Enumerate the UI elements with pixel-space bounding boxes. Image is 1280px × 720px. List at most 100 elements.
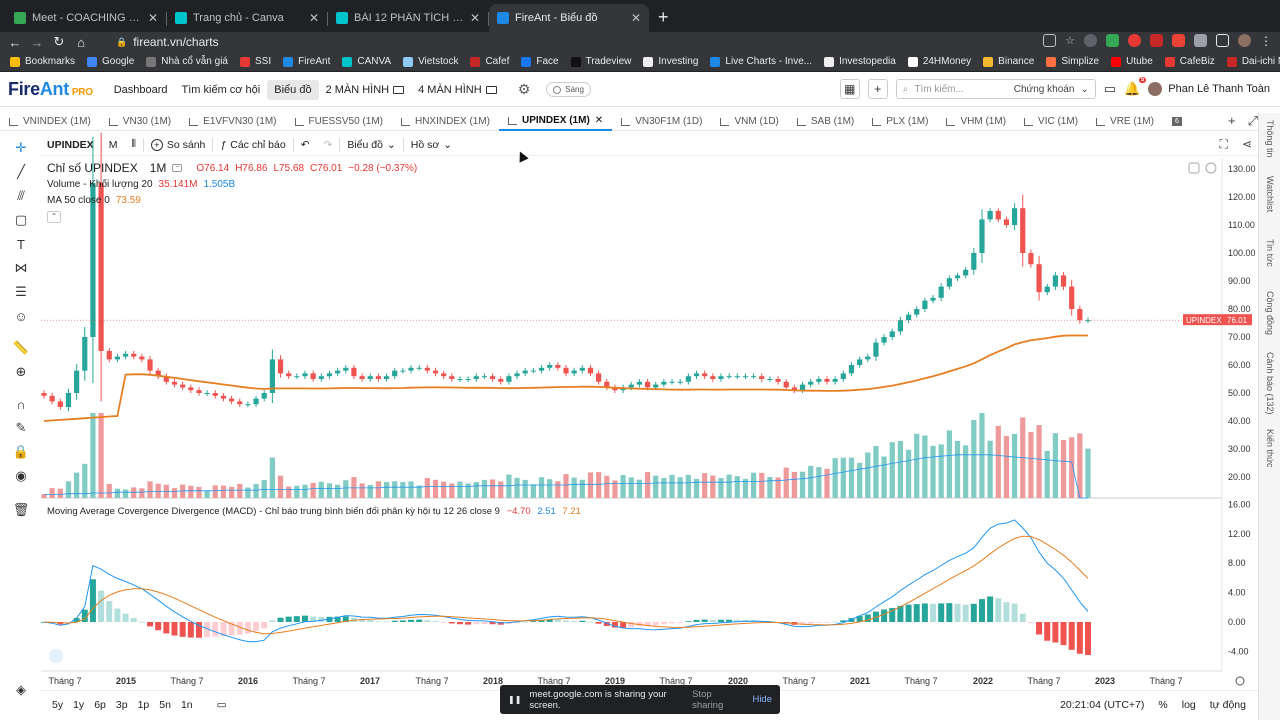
ma-value: 73.59 <box>115 194 141 206</box>
price-chart[interactable]: 130.00 120.00 110.00 100.00 90.00 80.00 70.00 6… <box>0 0 1258 720</box>
candle-body <box>522 370 528 374</box>
volume-bar <box>702 473 708 498</box>
candle-body <box>881 337 887 343</box>
volume-bar <box>204 490 210 498</box>
volume-bar <box>432 479 439 498</box>
price-axis-tick: 30.00 <box>1228 444 1251 454</box>
candle-body <box>547 365 553 368</box>
macd-histogram-bar <box>946 603 953 622</box>
volume-bar <box>498 481 504 498</box>
side-panel-tab[interactable]: Thông tin <box>1259 115 1280 163</box>
volume-bar <box>677 477 683 498</box>
candle-body <box>1036 264 1042 293</box>
volume-bar <box>481 479 488 498</box>
menu-kebab-icon[interactable]: ⋮ <box>1260 34 1272 48</box>
candle-body <box>938 286 944 298</box>
candle-body <box>449 376 455 379</box>
volume-bar <box>237 483 243 498</box>
volume-bar <box>473 482 479 498</box>
macd-histogram-bar <box>652 622 659 626</box>
candle-body <box>914 309 920 315</box>
side-panel-tab[interactable]: Watchlist <box>1259 168 1280 220</box>
volume-bar <box>1028 432 1034 498</box>
candle-body <box>318 376 324 379</box>
time-axis-tick: Tháng 7 <box>1027 676 1060 686</box>
macd-histogram-bar <box>962 604 969 622</box>
candle-body <box>889 331 895 337</box>
candle-body <box>767 379 773 380</box>
volume-bar <box>98 413 104 498</box>
macd-axis-tick: -4.00 <box>1228 646 1249 656</box>
volume-bar <box>49 488 55 498</box>
collapse-legend-button[interactable]: ⌃ <box>47 211 61 223</box>
volume-bar <box>938 444 944 498</box>
volume-bar <box>954 440 961 498</box>
macd-histogram-bar <box>187 622 194 638</box>
candle-body <box>563 367 569 374</box>
volume-bar <box>987 440 993 498</box>
candle-body <box>750 376 757 378</box>
price-axis-tick: 80.00 <box>1228 304 1251 314</box>
macd-histogram-bar <box>905 604 912 622</box>
candle-body <box>367 376 373 379</box>
macd-histogram-bar <box>938 603 945 622</box>
macd-histogram-bar <box>179 622 186 637</box>
candle-body <box>1060 275 1067 287</box>
macd-histogram-bar <box>669 622 676 624</box>
volume-bar <box>294 485 300 498</box>
volume-bar <box>914 433 920 498</box>
volume-bar <box>612 480 618 498</box>
volume-bar <box>848 457 855 498</box>
volume-bar <box>392 481 398 498</box>
macd-histogram-bar <box>106 601 113 622</box>
candle-body <box>816 379 822 382</box>
collapse-icon[interactable]: − <box>172 164 183 172</box>
volume-bar <box>930 445 936 498</box>
candle-body <box>865 356 871 360</box>
candle-body <box>139 356 145 360</box>
volume-bar <box>538 477 545 498</box>
macd-axis-tick: 4.00 <box>1228 588 1246 598</box>
candle-body <box>742 376 749 378</box>
volume-bar <box>465 483 471 498</box>
time-axis-tick: Tháng 7 <box>415 676 448 686</box>
candle-body <box>848 365 855 374</box>
candle-body <box>628 384 634 388</box>
candle-body <box>661 381 667 385</box>
side-panel-tab[interactable]: Kiến thức <box>1259 426 1280 470</box>
macd-histogram-bar <box>89 579 96 622</box>
volume-bar <box>726 474 732 498</box>
macd-histogram-bar <box>921 603 928 622</box>
macd-axis-tick: 8.00 <box>1228 558 1246 568</box>
macd-axis-tick: 12.00 <box>1228 529 1251 539</box>
volume-bar <box>269 457 275 498</box>
side-panel-tab[interactable]: Tin tức <box>1259 225 1280 281</box>
side-panel-tab[interactable]: Cộng đồng <box>1259 285 1280 341</box>
volume-bar <box>171 488 178 498</box>
candle-body <box>685 376 691 382</box>
hide-button[interactable]: Hide <box>752 694 772 705</box>
macd-histogram-bar <box>1060 622 1067 646</box>
side-panel-tab[interactable]: Cảnh báo (132) <box>1259 345 1280 421</box>
volume-bar <box>889 442 895 498</box>
macd-histogram-bar <box>138 621 145 623</box>
macd-histogram-bar <box>171 622 178 636</box>
volume-bar <box>253 484 259 498</box>
candle-body <box>228 398 235 402</box>
stop-sharing-button[interactable]: Stop sharing <box>686 689 744 711</box>
candle-body <box>41 393 47 396</box>
candle-body <box>114 356 121 360</box>
axis-settings-icon <box>1235 676 1245 686</box>
volume-bar <box>644 471 651 498</box>
macd-histogram-bar <box>399 620 406 622</box>
candle-body <box>188 387 194 391</box>
volume-bar <box>424 477 430 498</box>
macd-histogram-bar <box>147 622 154 627</box>
candle-body <box>106 351 112 360</box>
candle-body <box>1052 275 1058 287</box>
time-axis-tick: Tháng 7 <box>292 676 325 686</box>
macd-histogram-bar <box>530 621 537 622</box>
candle-body <box>718 376 724 379</box>
candle-body <box>253 398 259 405</box>
macd-histogram-bar <box>1052 622 1059 643</box>
